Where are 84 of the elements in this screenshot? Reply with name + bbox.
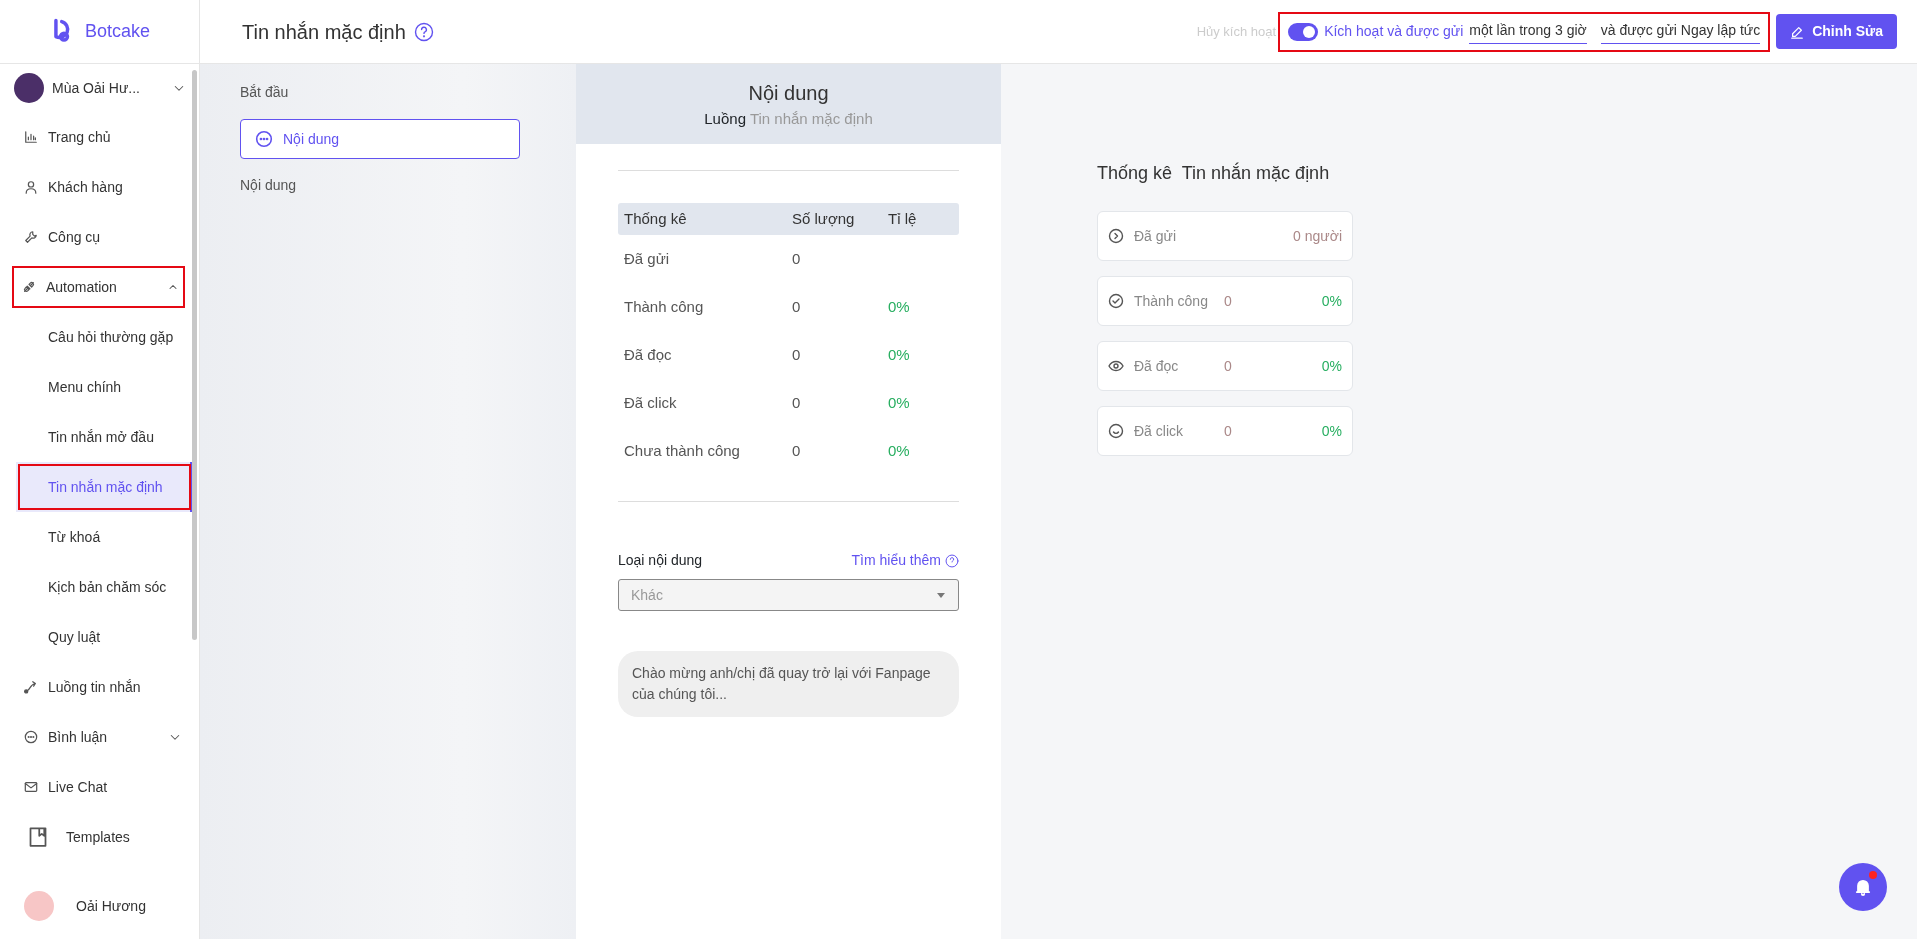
sidebar-item[interactable]: Trang chủ — [0, 112, 191, 162]
check-circle-icon — [1108, 293, 1124, 309]
column-header: Tỉ lệ — [888, 208, 918, 229]
table-cell-text: Đã đọc — [624, 344, 673, 365]
panel-title: Nội dung — [748, 80, 829, 106]
sidebar-subitem[interactable]: Kịch bản chăm sóc — [0, 562, 191, 612]
chat-bubble-icon — [24, 730, 38, 744]
help-icon — [945, 553, 959, 568]
flow-node[interactable]: Nội dung — [240, 119, 520, 159]
table-cell-text: 0% — [888, 296, 911, 317]
sidebar-subitem[interactable]: Quy luật — [0, 612, 191, 662]
table-cell-text: Thành công — [624, 296, 705, 317]
smiley-icon — [1108, 423, 1124, 439]
user-profile[interactable]: Oải Hương — [0, 881, 191, 931]
sidebar-item[interactable]: Luồng tin nhắn — [0, 662, 191, 712]
flow-step-label: Nội dung — [240, 176, 298, 195]
sidebar-subitem[interactable]: Câu hỏi thường gặp — [0, 312, 191, 362]
stat-label: Đã click — [1134, 421, 1184, 441]
flow-arrow-icon — [24, 680, 38, 694]
sidebar-subitem[interactable]: Tin nhắn mở đầu — [0, 412, 191, 462]
table-cell-text: 0% — [888, 440, 911, 461]
user-avatar — [24, 891, 54, 921]
sidebar-item[interactable]: Live Chat — [0, 762, 191, 812]
notification-button[interactable] — [1839, 863, 1887, 911]
page-title: Tin nhắn mặc định — [242, 19, 406, 45]
panel-subtitle: Luồng Tin nhắn mặc định — [704, 108, 873, 129]
sidebar-item[interactable]: Automation — [8, 262, 189, 312]
stats-title: Thống kê Tin nhắn mặc định — [1097, 161, 1331, 185]
bookmark-icon — [28, 826, 48, 848]
message-bubble: Chào mừng anh/chị đã quay trở lại với Fanpage của chúng tôi... — [618, 651, 959, 717]
sidebar-subitem[interactable]: Từ khoá — [0, 512, 191, 562]
stat-label: Đã đọc — [1134, 356, 1180, 376]
stat-label: Thành công — [1134, 291, 1209, 311]
table-cell-text: 0% — [888, 392, 911, 413]
table-cell-text: 0 — [792, 344, 802, 365]
column-header: Số lượng — [792, 208, 856, 229]
edit-button[interactable]: Chỉnh Sửa — [1776, 14, 1897, 49]
plug-icon — [22, 280, 36, 294]
pencil-icon — [1790, 24, 1805, 39]
stat-count: 0 người — [1293, 226, 1342, 246]
eye-icon — [1108, 358, 1124, 374]
stat-rate: 0% — [1321, 291, 1342, 311]
stat-rate: 0% — [1321, 421, 1342, 441]
learn-more-link[interactable]: Tìm hiểu thêm — [851, 550, 959, 571]
chat-bubble-icon — [255, 130, 273, 148]
account-name: Mùa Oải Hư... — [52, 78, 140, 98]
sidebar-item[interactable]: Khách hàng — [0, 162, 191, 212]
page-avatar — [14, 73, 44, 103]
wrench-icon — [24, 230, 38, 244]
caret-down-icon — [936, 591, 946, 599]
sidebar-subitem[interactable]: Menu chính — [0, 362, 191, 412]
flow-start-label: Bắt đầu — [240, 83, 290, 102]
frequency-dropdown[interactable]: một lần trong 3 giờ — [1469, 19, 1587, 44]
stat-label: Đã gửi — [1134, 226, 1178, 246]
stat-count: 0 — [1224, 421, 1232, 441]
column-header: Thống kê — [624, 208, 688, 229]
delay-dropdown[interactable]: và được gửi Ngay lập tức — [1600, 19, 1761, 44]
table-cell-text: Đã click — [624, 392, 678, 413]
table-cell-text: Đã gửi — [624, 248, 671, 269]
table-cell-text: Chưa thành công — [624, 440, 741, 461]
stat-count: 0 — [1224, 356, 1232, 376]
person-icon — [24, 180, 38, 194]
stat-count: 0 — [1224, 291, 1232, 311]
table-cell-text: 0 — [792, 248, 802, 269]
bell-icon — [1853, 877, 1873, 897]
sidebar-item[interactable]: Bình luận — [0, 712, 191, 762]
content-type-label: Loại nội dung — [618, 551, 703, 570]
envelope-icon — [24, 780, 38, 794]
logo-text[interactable]: Botcake — [84, 18, 150, 45]
activation-label: Kích hoạt và được gửi — [1324, 22, 1464, 41]
help-icon — [413, 21, 434, 42]
toggle-switch[interactable] — [1288, 22, 1319, 41]
table-cell-text: 0 — [792, 392, 802, 413]
table-cell-text: 0 — [792, 440, 802, 461]
bar-chart-icon — [24, 130, 38, 144]
account-switcher[interactable]: Mùa Oải Hư... — [0, 64, 199, 112]
table-cell-text: 0% — [888, 344, 911, 365]
table-cell-text: 0 — [792, 296, 802, 317]
sidebar-item[interactable]: Công cụ — [0, 212, 191, 262]
play-circle-icon — [1108, 228, 1124, 244]
stat-rate: 0% — [1321, 356, 1342, 376]
sidebar-item[interactable]: Templates — [0, 812, 191, 862]
scrollbar[interactable] — [192, 70, 197, 640]
sidebar-subitem[interactable]: Tin nhắn mặc định — [16, 462, 193, 512]
